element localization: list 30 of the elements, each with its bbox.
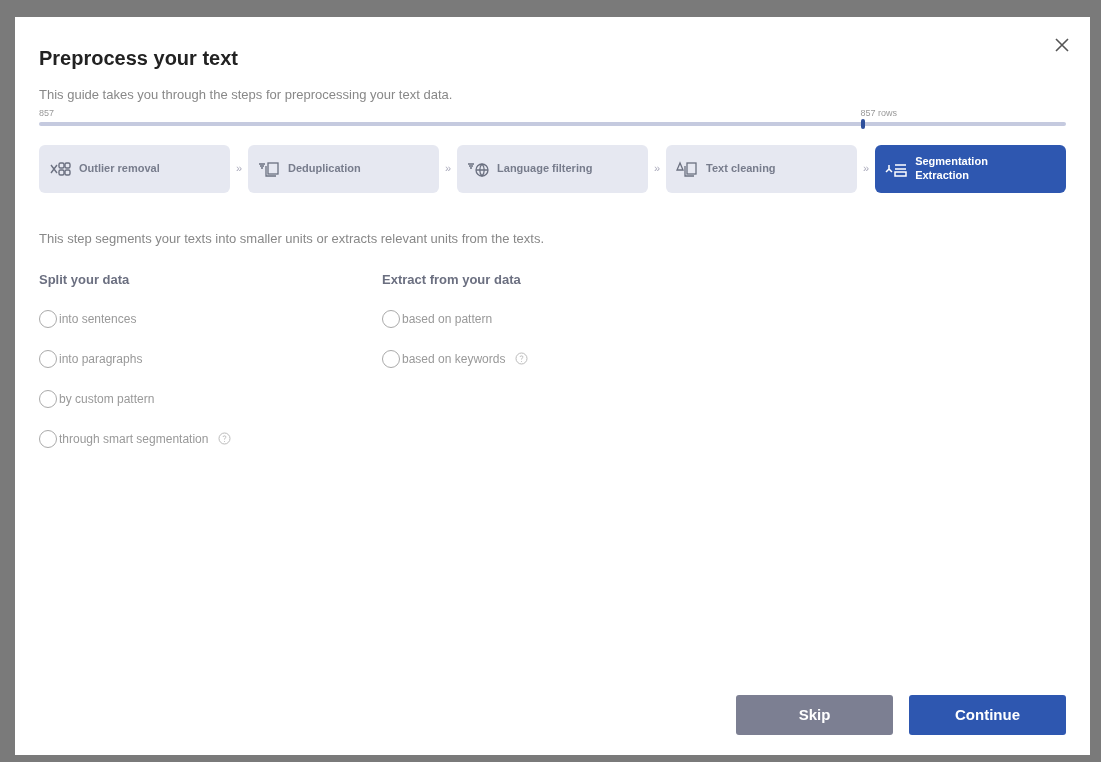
dialog-title: Preprocess your text: [39, 46, 239, 71]
step-icon: [467, 160, 490, 177]
group-heading: Split your data: [39, 271, 131, 289]
step-icon: [49, 160, 71, 177]
skip-button[interactable]: Skip: [736, 695, 893, 735]
option-label: by custom pattern: [59, 390, 155, 408]
option-label: into sentences: [59, 310, 137, 328]
slider-value-label: 857 rows: [860, 106, 898, 120]
option-label: into paragraphs: [59, 350, 143, 368]
dialog-subtitle: This guide takes you through the steps for preprocessing your text data.: [39, 86, 454, 104]
continue-button[interactable]: Continue: [909, 695, 1066, 735]
step-description: This step segments your texts into smaller units or extracts relevant units from the texts.: [39, 229, 546, 248]
option-label: based on pattern: [402, 310, 493, 328]
step-separator: »: [235, 161, 243, 177]
step-icon: [258, 160, 281, 177]
step-tab[interactable]: Segmentation Extraction: [875, 144, 1067, 193]
close-icon: [1055, 38, 1069, 52]
step-tab[interactable]: Deduplication: [248, 144, 439, 193]
group-heading: Extract from your data: [382, 271, 522, 289]
slider-thumb[interactable]: [860, 118, 865, 129]
step-separator: »: [863, 161, 870, 177]
step-tab[interactable]: Outlier removal: [39, 144, 230, 193]
slider-min-label: 857: [39, 106, 55, 120]
option-label: through smart segmentation: [59, 430, 209, 448]
step-icon: [676, 160, 699, 177]
option-label: based on keywords: [402, 350, 506, 368]
step-tab[interactable]: Text cleaning: [666, 144, 857, 193]
step-separator: »: [444, 161, 452, 177]
step-tab[interactable]: Language filtering: [457, 144, 648, 193]
step-separator: »: [653, 161, 661, 177]
